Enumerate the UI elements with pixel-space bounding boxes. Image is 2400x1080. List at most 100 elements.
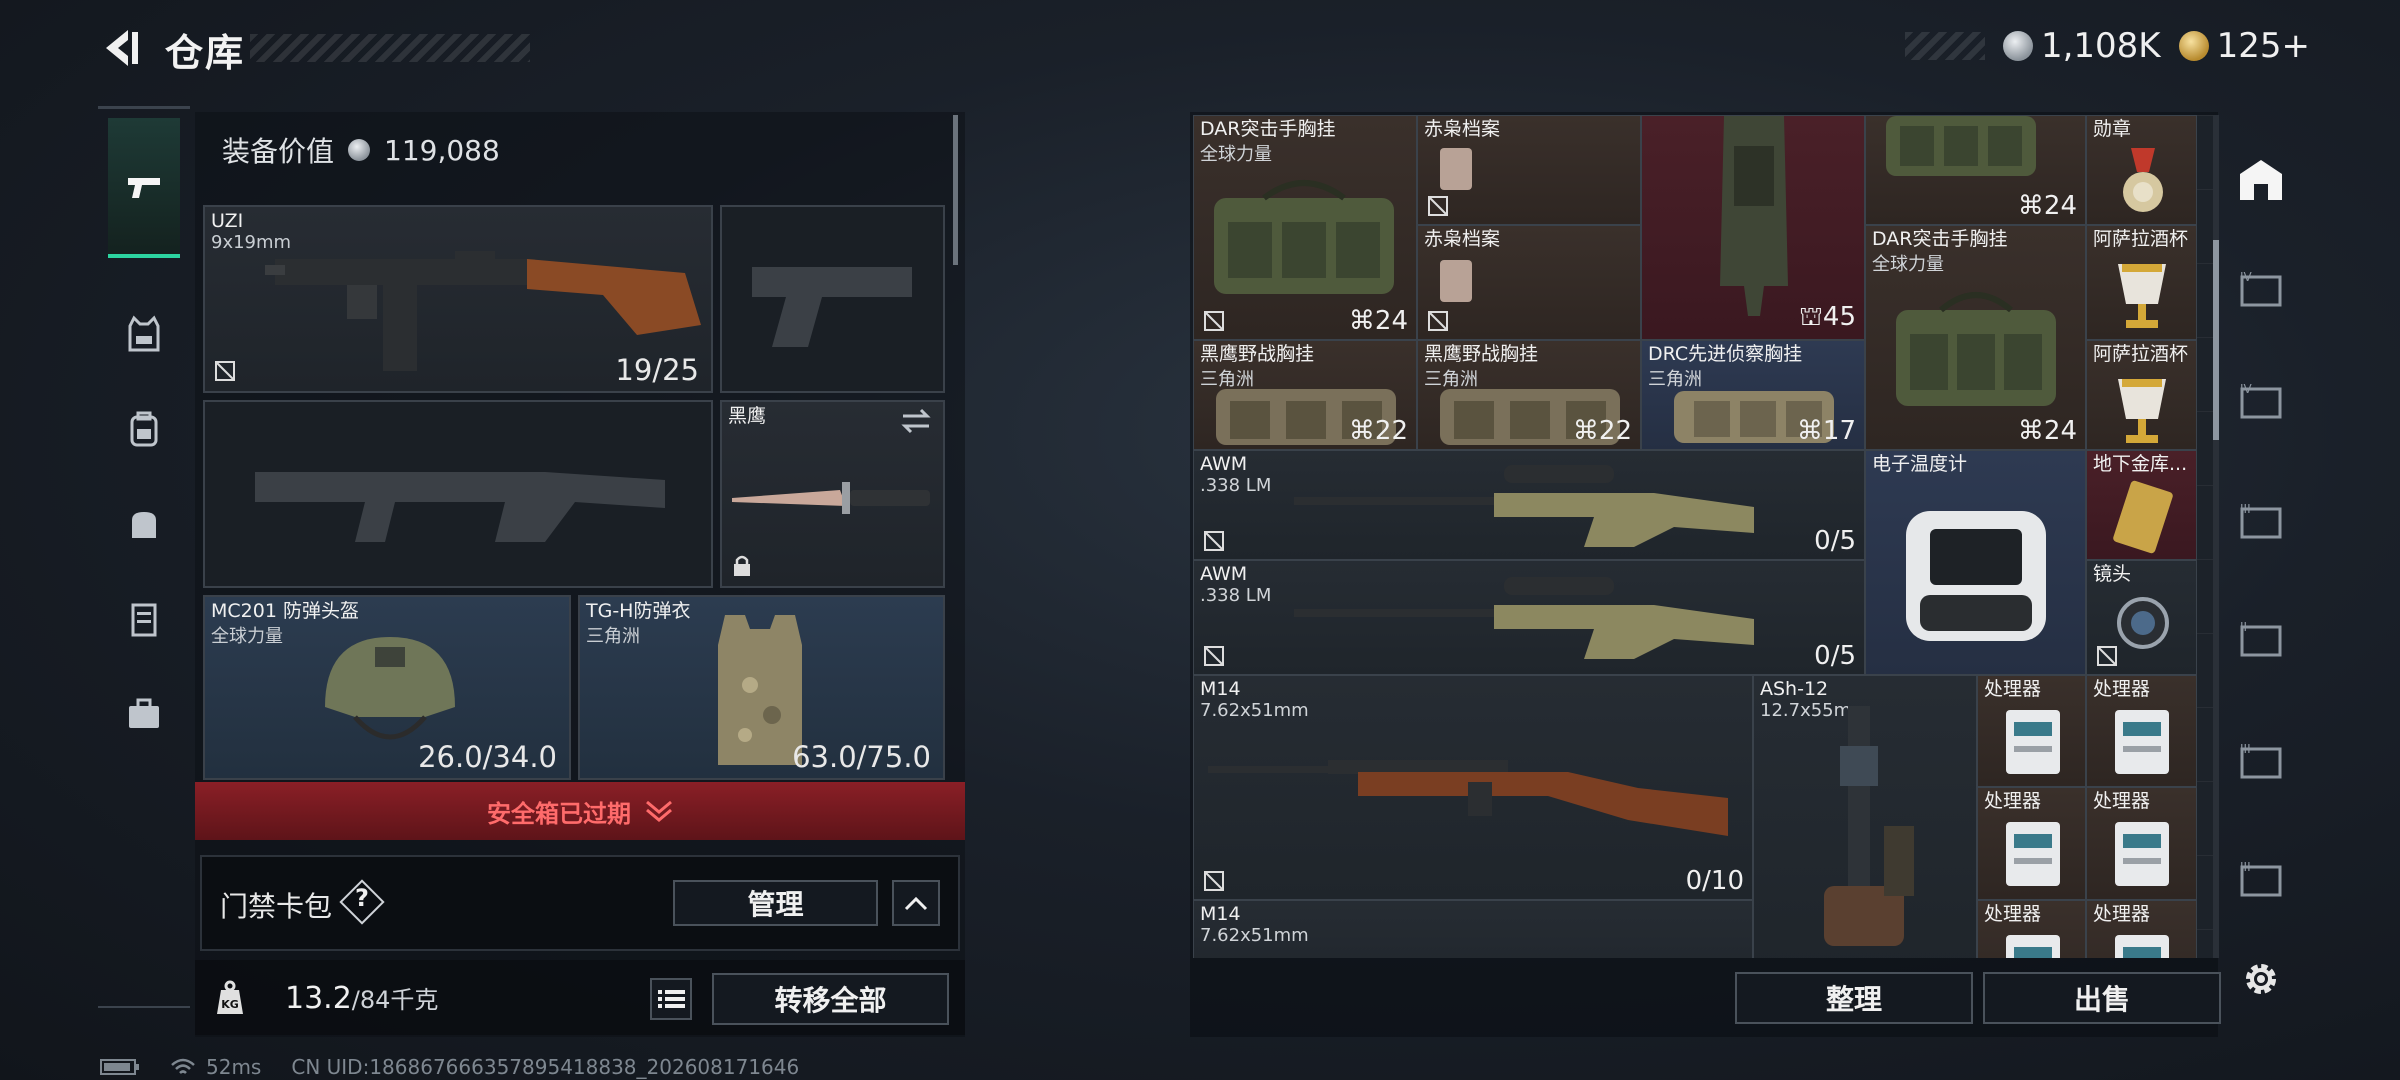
stash-item-chixiao-file[interactable]: 赤枭档案 xyxy=(1417,115,1641,225)
stash-item-heiying-vest[interactable]: 黑鹰野战胸挂 三角洲 ⌘22 xyxy=(1193,340,1417,450)
battery-icon xyxy=(100,1059,139,1075)
stash-item-asala-cup[interactable]: 阿萨拉酒杯 xyxy=(2086,225,2197,340)
weight-max: /84千克 xyxy=(351,986,439,1014)
stash-page-3b[interactable]: III xyxy=(2234,734,2288,788)
helmet-durability: 26.0/34.0 xyxy=(418,740,557,774)
uid-text: CN UID:18686766635789541883​8_2026081716… xyxy=(291,1055,800,1079)
item-name: 处理器 xyxy=(1984,903,2042,925)
item-name: M14 xyxy=(1200,903,1241,925)
stash-item-m14[interactable]: M14 7.62x51mm 0/10 xyxy=(1193,675,1753,900)
stash-item-m14[interactable]: M14 7.62x51mm xyxy=(1193,900,1753,958)
stash-page-main[interactable] xyxy=(2234,152,2288,206)
no-insure-icon xyxy=(2097,646,2117,666)
bag-icon xyxy=(132,512,156,538)
nav-vest[interactable] xyxy=(108,298,180,370)
sort-button[interactable]: 整理 xyxy=(1735,972,1973,1024)
list-icon xyxy=(658,990,685,1008)
melee-slot[interactable]: 黑鹰 xyxy=(720,400,945,588)
item-count: ⌘24 xyxy=(1348,306,1408,336)
back-button[interactable] xyxy=(98,26,142,70)
swap-icon[interactable] xyxy=(899,408,933,434)
chevron-up-icon xyxy=(904,896,928,911)
sell-button[interactable]: 出售 xyxy=(1983,972,2221,1024)
safebox-expired-banner[interactable]: 安全箱已过期 xyxy=(195,782,965,840)
nav-bag[interactable] xyxy=(108,488,180,560)
stash-item-drc-vest[interactable]: DRC先进侦察胸挂 三角洲 ⌘17 xyxy=(1641,340,1865,450)
stash-item-dar-vest[interactable]: DAR突击手胸挂 全球力量 ⌘24 xyxy=(1865,225,2086,450)
stash-page-3a[interactable]: III xyxy=(2234,494,2288,548)
svg-text:IV: IV xyxy=(2240,382,2253,396)
vest-bag-image xyxy=(1886,116,2036,176)
svg-text:III: III xyxy=(2240,502,2251,516)
stash-item-ash12[interactable]: ASh-12 12.7x55mm xyxy=(1753,675,1977,958)
processor-image xyxy=(2115,822,2169,886)
transfer-all-button[interactable]: 转移全部 xyxy=(712,973,949,1025)
stash-page-icon: III xyxy=(2240,502,2282,539)
pistol-slot[interactable] xyxy=(720,205,945,393)
stash-item-medal[interactable]: 勋章 xyxy=(2086,115,2197,225)
stash-page-3c[interactable]: III xyxy=(2234,852,2288,906)
sniper-rifle-image xyxy=(1294,465,1754,547)
stash-item-processor[interactable]: 处理器 xyxy=(1977,787,2086,900)
item-name: 处理器 xyxy=(2093,790,2151,812)
stash-page-icon: IV xyxy=(2240,270,2282,307)
equipment-scrollbar[interactable] xyxy=(953,115,958,265)
stash-main-icon xyxy=(2240,160,2282,200)
file-image xyxy=(1440,260,1472,302)
item-name: DAR突击手胸挂 xyxy=(1872,228,2008,250)
keycard-wallet-label: 门禁卡包 xyxy=(220,890,333,923)
silver-currency[interactable]: 1,108K xyxy=(2002,26,2161,66)
silver-coin-icon xyxy=(348,139,371,161)
stash-item-processor[interactable]: 处理器 xyxy=(1977,900,2086,958)
nav-container[interactable] xyxy=(108,583,180,655)
stash-page-icon: III xyxy=(2240,860,2282,897)
stash-item-asala-cup[interactable]: 阿萨拉酒杯 xyxy=(2086,340,2197,450)
svg-text:III: III xyxy=(2240,860,2251,874)
processor-image xyxy=(2006,822,2060,886)
nav-backpack[interactable] xyxy=(108,393,180,465)
stash-item-bag[interactable]: ⌘24 xyxy=(1865,115,2086,225)
item-name: 处理器 xyxy=(1984,678,2042,700)
stash-item-dar-vest[interactable]: DAR突击手胸挂 全球力量 ⌘24 xyxy=(1193,115,1417,340)
collapse-button[interactable] xyxy=(892,880,940,926)
settings-button[interactable] xyxy=(2234,952,2288,1006)
stash-item-vault-card[interactable]: 地下金库... xyxy=(2086,450,2197,560)
item-name: 处理器 xyxy=(1984,790,2042,812)
stash-item-processor[interactable]: 处理器 xyxy=(2086,787,2197,900)
stash-item-heiying-vest[interactable]: 黑鹰野战胸挂 三角洲 ⌘22 xyxy=(1417,340,1641,450)
stash-item-processor[interactable]: 处理器 xyxy=(2086,675,2197,787)
svg-text:III: III xyxy=(2240,742,2251,756)
stash-page-4a[interactable]: IV xyxy=(2234,262,2288,316)
no-insure-icon xyxy=(1204,646,1224,666)
nav-toolbox[interactable] xyxy=(108,678,180,750)
item-count-value: 45 xyxy=(1822,302,1856,332)
helmet-slot[interactable]: MC201 防弹头盔 全球力量 26.0/34.0 xyxy=(203,595,571,780)
list-view-button[interactable] xyxy=(650,978,692,1020)
stash-item-awm[interactable]: AWM .338 LM 0/5 xyxy=(1193,450,1865,560)
double-chevron-down-icon xyxy=(646,800,672,822)
stash-item-lens[interactable]: 镜头 xyxy=(2086,560,2197,675)
weapon-ammo-count: 19/25 xyxy=(615,353,699,387)
nav-weapons[interactable] xyxy=(108,118,180,258)
knife-image xyxy=(732,482,930,514)
stash-item-processor[interactable]: 处理器 xyxy=(2086,900,2197,958)
gold-currency[interactable]: 125+ xyxy=(2178,26,2310,66)
stash-page-2[interactable]: II xyxy=(2234,612,2288,666)
primary-weapon-slot[interactable]: UZI 9x19mm 19/25 xyxy=(203,205,713,393)
item-name: DAR突击手胸挂 xyxy=(1200,118,1336,140)
weight-icon-label: KG xyxy=(221,998,239,1011)
gear-icon xyxy=(2246,964,2276,994)
item-ammo: 0/10 xyxy=(1685,866,1744,896)
stash-item-awm[interactable]: AWM .338 LM 0/5 xyxy=(1193,560,1865,675)
armor-slot[interactable]: TG-H防弹衣 三角洲 63.0/75.0 xyxy=(578,595,945,780)
stash-item-chixiao-file[interactable]: 赤枭档案 xyxy=(1417,225,1641,340)
stash-item-thermometer[interactable]: 电子温度计 xyxy=(1865,450,2086,675)
sniper-rifle-image xyxy=(1294,577,1754,659)
stash-item-large-vest[interactable]: ⛫45 xyxy=(1641,115,1865,340)
gold-coin-icon xyxy=(2178,31,2209,61)
stash-page-4b[interactable]: IV xyxy=(2234,374,2288,428)
manage-button[interactable]: 管理 xyxy=(673,880,878,926)
stash-scroll-thumb[interactable] xyxy=(2213,240,2219,440)
stash-item-processor[interactable]: 处理器 xyxy=(1977,675,2086,787)
secondary-weapon-slot[interactable] xyxy=(203,400,713,588)
